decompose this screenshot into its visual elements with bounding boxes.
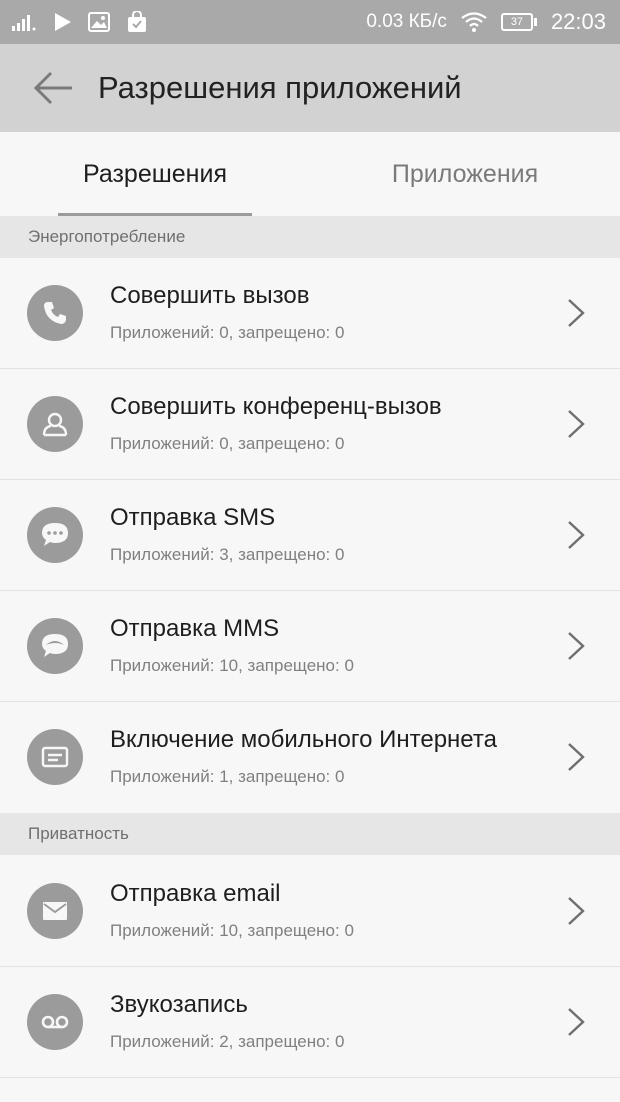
back-button[interactable] xyxy=(24,58,84,118)
tab-permissions-label: Разрешения xyxy=(82,159,227,188)
chevron-right-icon xyxy=(568,632,585,660)
section-header-privacy: Приватность xyxy=(0,813,620,855)
list-item-subtitle: Приложений: 0, запрещено: 0 xyxy=(110,434,345,453)
list-item-send-mms[interactable]: Отправка MMS Приложений: 10, запрещено: … xyxy=(0,591,620,701)
tab-apps-label: Приложения xyxy=(391,159,539,188)
tab-apps[interactable]: Приложения xyxy=(310,132,620,216)
list-item-subtitle: Приложений: 2, запрещено: 0 xyxy=(110,1032,345,1051)
play-icon xyxy=(54,12,72,32)
list-item-title: Совершить конференц-вызов xyxy=(110,393,442,420)
network-speed: 0.03 КБ/с xyxy=(366,11,447,32)
list-item-title: Отправка SMS xyxy=(110,504,276,531)
chevron-right-icon xyxy=(568,521,585,549)
group-call-icon xyxy=(27,396,83,452)
list-item-subtitle: Приложений: 1, запрещено: 0 xyxy=(110,767,345,786)
chevron-right-icon xyxy=(568,743,585,771)
tab-bar: Разрешения Приложения xyxy=(0,132,620,216)
battery-level: 37 xyxy=(500,13,533,31)
list-item-title: Включение мобильного Интернета xyxy=(110,726,497,753)
shopping-bag-icon xyxy=(126,11,148,33)
app-bar: Разрешения приложений xyxy=(0,44,620,132)
list-item-conference-call[interactable]: Совершить конференц-вызов Приложений: 0,… xyxy=(0,369,620,479)
list-item-subtitle: Приложений: 10, запрещено: 0 xyxy=(110,921,354,940)
list-item-mobile-internet[interactable]: Включение мобильного Интернета Приложени… xyxy=(0,702,620,812)
arrow-left-icon xyxy=(34,71,72,105)
list-item-title: Совершить вызов xyxy=(110,282,310,309)
tab-permissions[interactable]: Разрешения xyxy=(0,132,310,216)
status-bar-right: 0.03 КБ/с 37 22:03 xyxy=(366,9,606,35)
chevron-right-icon xyxy=(568,897,585,925)
list-item-title: Звукозапись xyxy=(110,991,248,1018)
sms-icon xyxy=(27,507,83,563)
email-icon xyxy=(27,883,83,939)
list-item-send-email[interactable]: Отправка email Приложений: 10, запрещено… xyxy=(0,856,620,966)
list-item-sound-recording[interactable]: Звукозапись Приложений: 2, запрещено: 0 xyxy=(0,967,620,1077)
signal-icon xyxy=(12,13,38,31)
wifi-icon xyxy=(461,12,487,32)
phone-icon xyxy=(27,285,83,341)
list-item-title: Отправка email xyxy=(110,880,281,907)
list-item-make-call[interactable]: Совершить вызов Приложений: 0, запрещено… xyxy=(0,258,620,368)
list-item-subtitle: Приложений: 3, запрещено: 0 xyxy=(110,545,345,564)
chevron-right-icon xyxy=(568,299,585,327)
mobile-data-icon xyxy=(27,729,83,785)
mms-icon xyxy=(27,618,83,674)
chevron-right-icon xyxy=(568,1008,585,1036)
clock: 22:03 xyxy=(550,9,606,34)
battery-icon: 37 xyxy=(500,13,537,31)
list-item-subtitle: Приложений: 10, запрещено: 0 xyxy=(110,656,354,675)
voicemail-icon xyxy=(27,994,83,1050)
list-item-subtitle: Приложений: 0, запрещено: 0 xyxy=(110,323,345,342)
status-bar: 0.03 КБ/с 37 22:03 xyxy=(0,0,620,44)
list-item-title: Отправка MMS xyxy=(110,615,280,642)
page-title: Разрешения приложений xyxy=(98,70,462,105)
list-item-send-sms[interactable]: Отправка SMS Приложений: 3, запрещено: 0 xyxy=(0,480,620,590)
chevron-right-icon xyxy=(568,410,585,438)
section-header-power: Энергопотребление xyxy=(0,216,620,258)
status-bar-left xyxy=(12,11,148,33)
image-icon xyxy=(88,12,110,32)
divider xyxy=(0,1077,620,1078)
